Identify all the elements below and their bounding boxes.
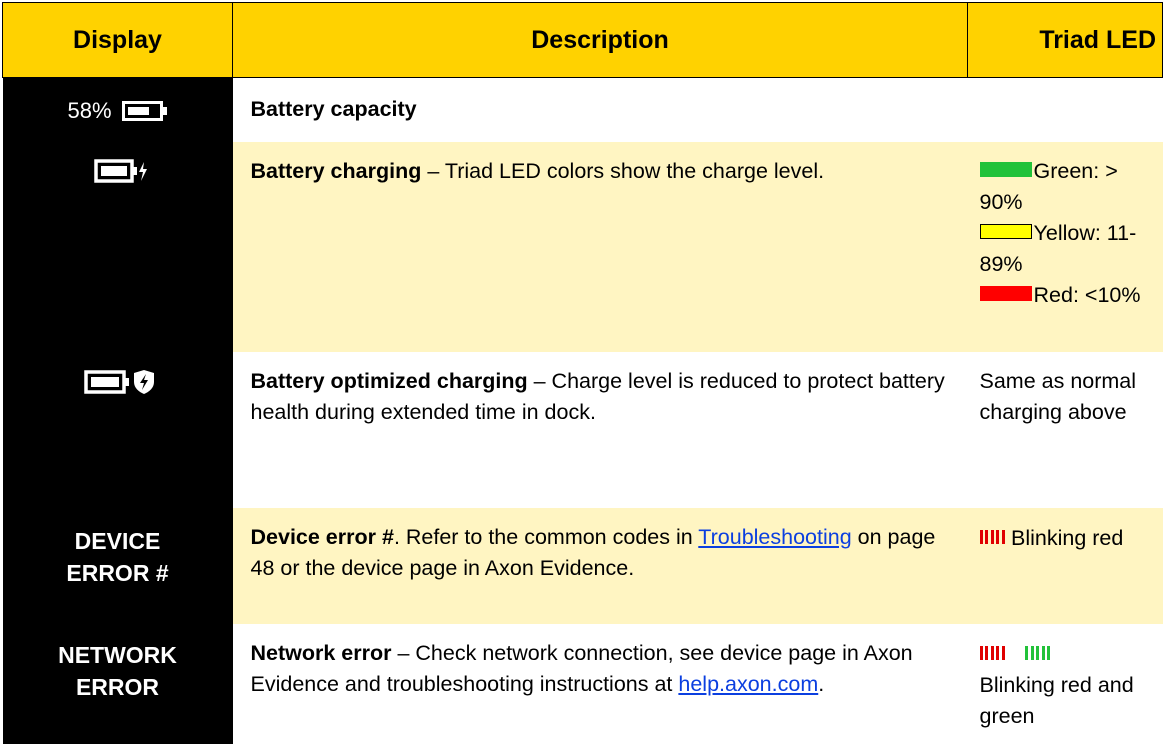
description-cell: Battery capacity xyxy=(233,78,968,142)
battery-shield-icon xyxy=(83,369,154,394)
troubleshooting-link[interactable]: Troubleshooting xyxy=(698,525,851,549)
display-cell: DEVICE ERROR # xyxy=(2,507,233,624)
yellow-swatch xyxy=(979,223,1032,239)
led-cell: Same as normal charging above xyxy=(968,352,1163,508)
row-description: . Refer to the common codes in xyxy=(393,524,699,549)
status-table: Display Description Triad LED 58% Batter… xyxy=(2,2,1163,744)
led-text: Blinking red xyxy=(1011,525,1124,550)
led-red: Red: <10% xyxy=(979,280,1159,311)
header-row: Display Description Triad LED xyxy=(2,2,1163,78)
header-display: Display xyxy=(2,2,233,78)
row-title: Battery optimized charging xyxy=(250,368,528,393)
display-cell xyxy=(2,141,233,352)
led-cell: Green: > 90% Yellow: 11-89% Red: <10% xyxy=(967,141,1163,352)
blink-green-icon xyxy=(1025,638,1053,669)
blink-red-icon xyxy=(979,522,1008,553)
display-cell xyxy=(2,351,233,508)
row-title: Battery charging xyxy=(250,158,422,183)
table-row: DEVICE ERROR # Device error #. Refer to … xyxy=(2,507,1163,624)
table-row: 58% Battery capacity xyxy=(2,77,1163,142)
display-cell: 58% xyxy=(2,77,233,142)
row-title: Battery capacity xyxy=(250,97,417,121)
led-cell: Blinking red xyxy=(967,507,1163,624)
header-description: Description xyxy=(232,2,968,78)
battery-charging-icon xyxy=(93,158,147,183)
description-cell: Battery charging – Triad LED colors show… xyxy=(232,141,968,352)
description-cell: Battery optimized charging – Charge leve… xyxy=(233,352,968,508)
display-text: NETWORK ERROR xyxy=(58,641,177,700)
green-swatch xyxy=(979,161,1032,177)
help-axon-link[interactable]: help.axon.com xyxy=(678,672,818,696)
red-swatch xyxy=(979,285,1032,301)
led-green: Green: > 90% xyxy=(979,156,1159,218)
table-row: NETWORK ERROR Network error – Check netw… xyxy=(2,623,1163,744)
table-row: Battery charging – Triad LED colors show… xyxy=(2,141,1163,352)
header-triad-led: Triad LED xyxy=(967,2,1163,78)
table-row: Battery optimized charging – Charge leve… xyxy=(2,351,1163,508)
led-text: Same as normal charging above xyxy=(979,368,1137,424)
led-label: Red: <10% xyxy=(1033,282,1141,307)
description-cell: Network error – Check network connection… xyxy=(233,624,968,744)
battery-percent: 58% xyxy=(67,98,112,123)
row-title: Network error xyxy=(250,640,392,665)
led-cell xyxy=(968,78,1163,142)
description-cell: Device error #. Refer to the common code… xyxy=(232,507,968,624)
battery-icon xyxy=(121,100,167,121)
led-text: Blinking red and green xyxy=(979,672,1134,728)
led-cell: Blinking red and green xyxy=(968,624,1163,744)
led-yellow: Yellow: 11-89% xyxy=(979,218,1159,280)
row-description: – Triad LED colors show the charge level… xyxy=(421,158,825,183)
row-description-end: . xyxy=(818,671,825,696)
display-cell: NETWORK ERROR xyxy=(2,623,233,744)
row-title: Device error # xyxy=(250,524,394,549)
display-text: DEVICE ERROR # xyxy=(66,527,169,586)
blink-red-icon xyxy=(979,638,1008,669)
